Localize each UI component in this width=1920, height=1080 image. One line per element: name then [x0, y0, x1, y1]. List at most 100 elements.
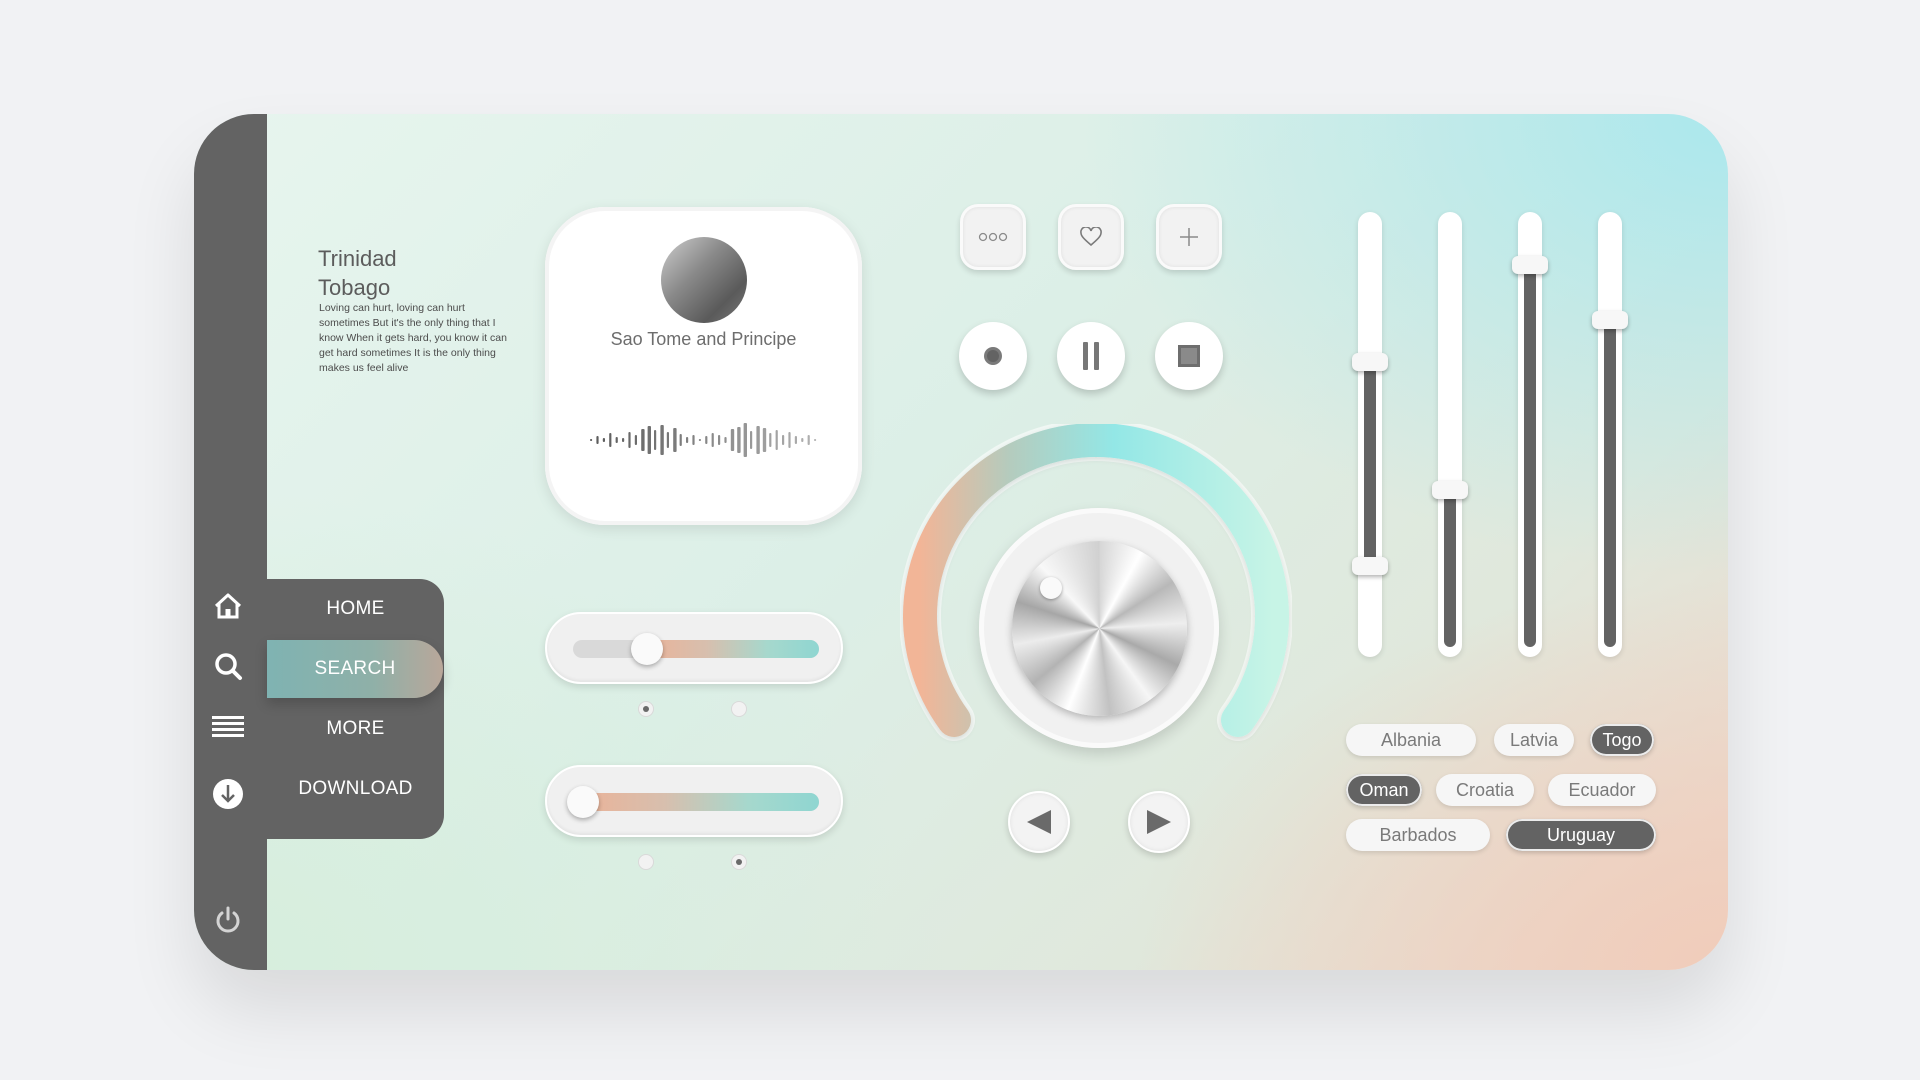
player-card: Sao Tome and Principe [545, 207, 862, 525]
player-title: Sao Tome and Principe [610, 329, 797, 349]
main-card: HOME SEARCH MORE DOWNLOAD Trinidad Tobag… [194, 114, 1728, 970]
waveform-bar [698, 439, 701, 441]
sidebar [194, 114, 267, 970]
stop-icon [1178, 345, 1200, 367]
tag-barbados[interactable]: Barbados [1346, 819, 1490, 851]
vertical-slider-track [1524, 264, 1536, 647]
waveform-bar [769, 433, 772, 447]
plus-icon [1180, 228, 1198, 246]
waveform-bar [724, 437, 727, 443]
waveform-bar [750, 431, 753, 449]
waveform-bar [775, 430, 778, 450]
power-icon[interactable] [210, 902, 246, 938]
menu-item-search[interactable]: SEARCH [267, 640, 443, 698]
volume-knob[interactable] [979, 508, 1219, 748]
waveform-bar [718, 435, 721, 445]
next-button[interactable] [1128, 791, 1190, 853]
tag-latvia[interactable]: Latvia [1494, 724, 1574, 756]
waveform-bar [634, 435, 637, 445]
vertical-slider-track [1364, 362, 1376, 567]
heart-icon [1080, 227, 1102, 247]
vertical-slider-knob[interactable] [1352, 353, 1388, 372]
waveform-bar [596, 436, 599, 444]
vertical-slider-1[interactable] [1352, 212, 1388, 657]
waveform-bar [737, 427, 741, 453]
waveform-bar [692, 435, 695, 445]
record-button[interactable] [959, 322, 1027, 390]
slider-2-dot-1[interactable] [638, 854, 654, 870]
slider-1-dot-2[interactable] [731, 701, 747, 717]
menu-icon[interactable] [210, 708, 246, 744]
vertical-slider-track [1444, 489, 1456, 647]
pause-icon [1083, 342, 1099, 370]
waveform-bar [622, 438, 625, 442]
slider-1-knob[interactable] [630, 633, 663, 665]
previous-button[interactable] [1008, 791, 1070, 853]
menu-item-home[interactable]: HOME [267, 580, 444, 638]
waveform-bar [782, 435, 785, 445]
nav-menu: HOME SEARCH MORE DOWNLOAD [267, 579, 444, 839]
waveform-bar [615, 437, 618, 443]
waveform-bar [711, 433, 714, 447]
tag-ecuador[interactable]: Ecuador [1548, 774, 1656, 806]
info-title: Trinidad Tobago [318, 244, 518, 302]
slider-2-fill [582, 793, 819, 811]
slider-1-dot-1[interactable] [638, 701, 654, 717]
waveform-bar [666, 432, 669, 448]
slider-2-knob[interactable] [566, 786, 599, 818]
tag-togo[interactable]: Togo [1590, 724, 1654, 756]
slider-1-fill [646, 640, 819, 658]
stop-button[interactable] [1155, 322, 1223, 390]
waveform-bar [602, 438, 605, 442]
info-title-line1: Trinidad [318, 246, 397, 271]
vertical-slider-4[interactable] [1592, 212, 1628, 657]
search-icon[interactable] [210, 648, 246, 684]
previous-icon [1027, 810, 1051, 834]
waveform-bar [788, 432, 791, 448]
pause-button[interactable] [1057, 322, 1125, 390]
waveform-bar [814, 439, 817, 441]
tag-uruguay[interactable]: Uruguay [1506, 819, 1656, 851]
tag-oman[interactable]: Oman [1346, 774, 1422, 806]
waveform-bar [673, 428, 677, 452]
vertical-slider-knob[interactable] [1592, 310, 1628, 329]
waveform-bar [628, 432, 631, 448]
add-button[interactable] [1156, 204, 1222, 270]
vertical-slider-knob[interactable] [1432, 480, 1468, 499]
waveform-bar [609, 433, 612, 447]
menu-item-more[interactable]: MORE [267, 700, 444, 758]
waveform-bar [794, 436, 797, 444]
waveform-bar [590, 439, 593, 441]
waveform-bar [660, 425, 664, 455]
favorite-button[interactable] [1058, 204, 1124, 270]
home-icon[interactable] [210, 588, 246, 624]
volume-knob-indicator [1040, 577, 1062, 599]
horizontal-slider-1[interactable] [545, 612, 843, 684]
vertical-slider-knob[interactable] [1512, 255, 1548, 274]
waveform-bar [686, 437, 689, 443]
waveform-bar [679, 434, 682, 446]
more-icon [978, 232, 1008, 242]
menu-item-download[interactable]: DOWNLOAD [267, 760, 444, 818]
waveform-bar [756, 426, 760, 454]
horizontal-slider-2[interactable] [545, 765, 843, 837]
waveform-bar [730, 429, 735, 451]
vertical-slider-track [1604, 319, 1616, 647]
album-art [661, 237, 747, 323]
vertical-slider-3[interactable] [1512, 212, 1548, 657]
waveform-bar [654, 430, 657, 450]
info-lyrics: Loving can hurt, loving can hurt sometim… [319, 302, 507, 374]
vertical-slider-2[interactable] [1432, 212, 1468, 657]
waveform-bar [743, 423, 747, 457]
waveform [590, 423, 817, 457]
tag-albania[interactable]: Albania [1346, 724, 1476, 756]
slider-2-dot-2[interactable] [731, 854, 747, 870]
download-icon[interactable] [210, 776, 246, 812]
waveform-bar [641, 429, 645, 451]
more-button[interactable] [960, 204, 1026, 270]
next-icon [1147, 810, 1171, 834]
tag-croatia[interactable]: Croatia [1436, 774, 1534, 806]
waveform-bar [705, 436, 708, 444]
vertical-slider-knob[interactable] [1352, 557, 1388, 576]
record-icon [984, 347, 1002, 365]
